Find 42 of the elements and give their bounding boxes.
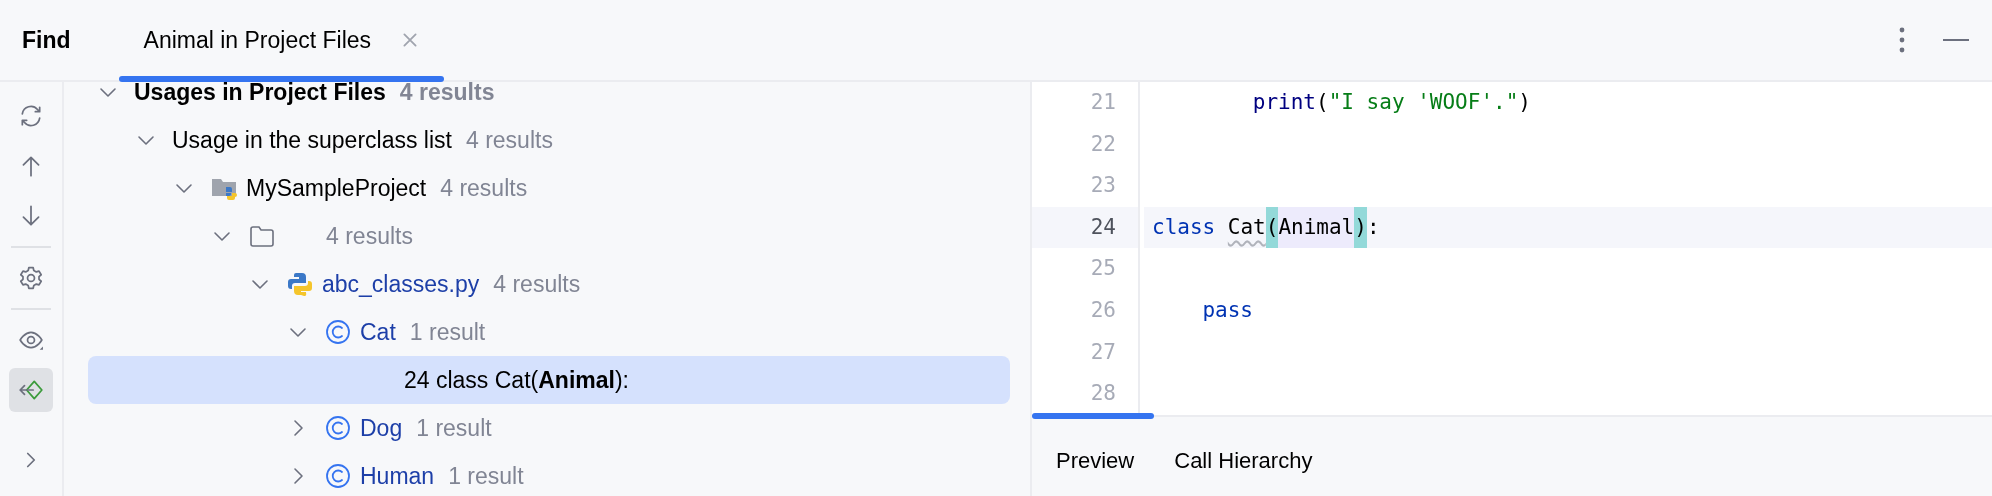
node-label: abc_classes.py: [322, 269, 480, 299]
code-line: print("I say 'WOOF'."): [1252, 89, 1531, 117]
result-count: 4 results: [326, 221, 413, 251]
panel-title: Find: [22, 25, 71, 55]
result-count: 4 results: [465, 125, 553, 155]
tree-row[interactable]: Dog 1 result: [88, 404, 1010, 452]
node-label: Dog: [360, 413, 403, 443]
navigate-arrow-icon: [18, 377, 44, 403]
tree-row[interactable]: Human 1 result: [88, 452, 1010, 496]
tree-row[interactable]: abc_classes.py 4 results: [88, 260, 1010, 308]
node-label: Human: [360, 461, 435, 491]
tree-row[interactable]: Usage in the superclass list 4 results: [88, 116, 1010, 164]
usage-text: 24 class Cat(Animal):: [404, 365, 629, 395]
close-icon[interactable]: [401, 31, 420, 49]
tree-row[interactable]: MySampleProject 4 results: [88, 164, 1010, 212]
tab[interactable]: Animal in Project Files: [118, 0, 445, 80]
line-number: 24: [1032, 206, 1140, 249]
settings-icon: [18, 265, 44, 291]
tree-row[interactable]: Usages in Project Files 4 results: [88, 82, 1010, 116]
navigate-arrow-button[interactable]: [9, 368, 53, 412]
refresh-icon: [18, 103, 44, 129]
python-icon: [286, 270, 314, 298]
minimize-icon[interactable]: [1942, 38, 1970, 42]
code-line: pass: [1202, 297, 1254, 324]
usage-row[interactable]: 24 class Cat(Animal):: [88, 356, 1010, 404]
class-icon: [324, 318, 352, 346]
result-count: 4 results: [399, 82, 495, 107]
result-count: 4 results: [493, 269, 581, 299]
node-label: Usage in the superclass list: [172, 125, 452, 155]
code-line: class Cat(Animal):: [1152, 206, 1380, 249]
class-icon: [324, 414, 352, 442]
result-count: 1 result: [448, 461, 524, 491]
result-count: 4 results: [440, 173, 528, 203]
class-icon: [324, 462, 352, 490]
node-label: Cat: [360, 317, 396, 347]
result-count: 1 result: [416, 413, 492, 443]
node-label: MySampleProject: [246, 173, 427, 203]
node-label: Usages in Project Files: [134, 82, 386, 107]
tab[interactable]: Call Hierarchy: [1154, 417, 1333, 496]
result-count: 1 result: [409, 317, 486, 347]
more-icon[interactable]: [1898, 26, 1906, 54]
tree-row[interactable]: Cat 1 result: [88, 308, 1010, 356]
